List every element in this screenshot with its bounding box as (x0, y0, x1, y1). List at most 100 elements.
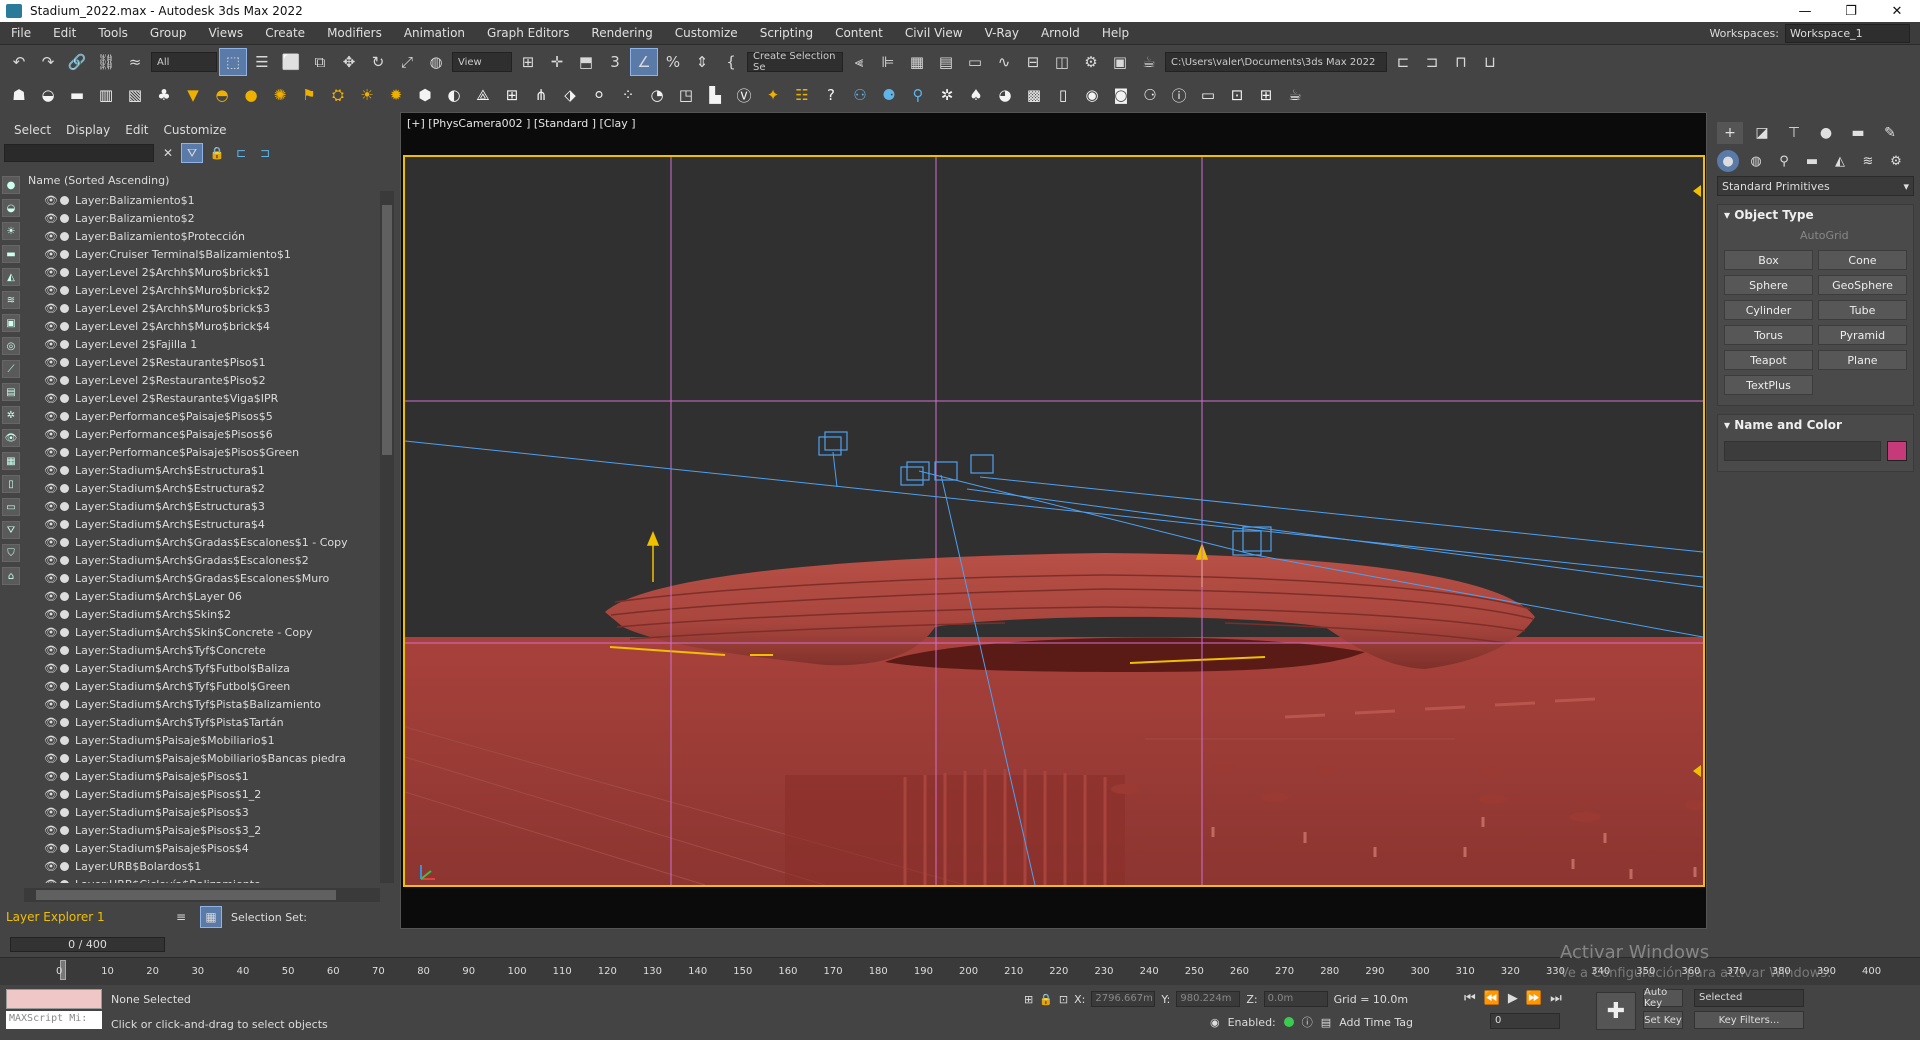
freeze-dot-icon[interactable] (60, 267, 69, 277)
project-create-icon[interactable]: ⊐ (1419, 49, 1445, 75)
visibility-eye-icon[interactable]: 👁 (44, 806, 60, 819)
arnold-camera-icon[interactable]: ◉ (1079, 82, 1105, 108)
frozen-filter-icon[interactable]: ✲ (2, 406, 20, 424)
layer-row[interactable]: 👁 Layer:Stadium$Arch$Tyf$Futbol$Green (24, 677, 379, 695)
filter-icon[interactable]: ⛛ (181, 143, 203, 163)
menu-arnold[interactable]: Arnold (1030, 26, 1091, 40)
percent-snap-icon[interactable]: % (660, 49, 686, 75)
visibility-eye-icon[interactable]: 👁 (44, 824, 60, 837)
menu-edit[interactable]: Edit (42, 26, 87, 40)
cone-button[interactable]: Cone (1818, 250, 1907, 270)
freeze-dot-icon[interactable] (60, 213, 69, 223)
freeze-dot-icon[interactable] (60, 303, 69, 313)
arnold-shader-icon[interactable]: ◕ (992, 82, 1018, 108)
visibility-eye-icon[interactable]: 👁 (44, 410, 60, 423)
vray-scene-icon[interactable]: ▧ (122, 82, 148, 108)
textplus-button[interactable]: TextPlus (1724, 375, 1813, 395)
visibility-eye-icon[interactable]: 👁 (44, 752, 60, 765)
vray-logo-icon[interactable]: Ⓥ (731, 82, 757, 108)
freeze-dot-icon[interactable] (60, 753, 69, 763)
set-key-button[interactable]: Set Key (1643, 1011, 1683, 1029)
vray-ies-light-icon[interactable]: ⚑ (296, 82, 322, 108)
freeze-dot-icon[interactable] (60, 285, 69, 295)
layer-row[interactable]: 👁 Layer:Stadium$Arch$Tyf$Concrete (24, 641, 379, 659)
freeze-dot-icon[interactable] (60, 393, 69, 403)
selection-set-icon[interactable]: ▦ (200, 906, 222, 928)
vray-sphere-icon[interactable]: ◐ (441, 82, 467, 108)
freeze-dot-icon[interactable] (60, 807, 69, 817)
arnold-bulb-icon[interactable]: ⚲ (905, 82, 931, 108)
angle-snap-icon[interactable]: ∠ (630, 48, 658, 76)
vray-light-icon[interactable]: ▼ (180, 82, 206, 108)
viewport-label[interactable]: [+] [PhysCamera002 ] [Standard ] [Clay ] (407, 117, 636, 130)
window-crossing-icon[interactable]: ⧉ (307, 49, 333, 75)
layer-row[interactable]: 👁 Layer:Stadium$Arch$Skin$2 (24, 605, 379, 623)
hidden-filter-icon[interactable]: 👁 (2, 429, 20, 447)
workspace-dropdown[interactable]: Workspace_1 (1785, 24, 1910, 43)
layer-row[interactable]: 👁 Layer:Stadium$Paisaje$Pisos$3_2 (24, 821, 379, 839)
visibility-eye-icon[interactable]: 👁 (44, 284, 60, 297)
time-tag-icon[interactable]: ▤ (1321, 1016, 1331, 1029)
curve-editor-icon[interactable]: ∿ (991, 49, 1017, 75)
funnel-filter-icon[interactable]: ⛛ (2, 521, 20, 539)
visibility-eye-icon[interactable]: 👁 (44, 320, 60, 333)
toggle-layer-explorer-icon[interactable]: ▤ (933, 49, 959, 75)
freeze-dot-icon[interactable] (60, 339, 69, 349)
vray-multi-material-icon[interactable]: ⁘ (615, 82, 641, 108)
freeze-dot-icon[interactable] (60, 861, 69, 871)
vray-material-library-icon[interactable]: ◔ (644, 82, 670, 108)
y-coordinate-field[interactable]: 980.224m (1176, 991, 1241, 1007)
search-input[interactable] (4, 144, 154, 162)
arnold-operator-icon[interactable]: ⚆ (1137, 82, 1163, 108)
vray-dome-light-icon[interactable]: ◓ (209, 82, 235, 108)
placement-icon[interactable]: ◍ (423, 49, 449, 75)
select-manipulate-icon[interactable]: ✛ (544, 49, 570, 75)
visibility-eye-icon[interactable]: 👁 (44, 572, 60, 585)
region-select-icon[interactable]: ⬜ (278, 49, 304, 75)
column-header[interactable]: Name (Sorted Ascending) (24, 172, 394, 190)
menu-content[interactable]: Content (824, 26, 894, 40)
menu-modifiers[interactable]: Modifiers (316, 26, 393, 40)
select-object-icon[interactable]: ⬚ (219, 48, 247, 76)
vray-plane-icon[interactable]: ⟁ (470, 82, 496, 108)
vray-proxy-icon[interactable]: ▥ (93, 82, 119, 108)
spinner-snap-icon[interactable]: ⇕ (689, 49, 715, 75)
project-open-icon[interactable]: ⊓ (1448, 49, 1474, 75)
goto-start-icon[interactable]: ⏮ (1464, 991, 1476, 1006)
prev-frame-icon[interactable]: ⏪ (1484, 991, 1500, 1006)
freeze-dot-icon[interactable] (60, 447, 69, 457)
freeze-dot-icon[interactable] (60, 825, 69, 835)
lock-icon[interactable]: 🔒 (208, 144, 226, 162)
arnold-volume-icon[interactable]: ◙ (1108, 82, 1134, 108)
visibility-eye-icon[interactable]: 👁 (44, 230, 60, 243)
layer-row[interactable]: 👁 Layer:Level 2$Restaurante$Piso$1 (24, 353, 379, 371)
time-slider[interactable]: 0 / 400 (10, 937, 165, 952)
layer-row[interactable]: 👁 Layer:Level 2$Archh$Muro$brick$1 (24, 263, 379, 281)
menu-help[interactable]: Help (1091, 26, 1140, 40)
layer-row[interactable]: 👁 Layer:URB$Bolardos$1 (24, 857, 379, 875)
snaps-toggle-icon[interactable]: 3 (602, 49, 628, 75)
unlink-icon[interactable]: ⛓ (93, 49, 119, 75)
key-filters-button[interactable]: Key Filters... (1694, 1011, 1804, 1029)
menu-rendering[interactable]: Rendering (580, 26, 663, 40)
maxscript-listener[interactable] (6, 989, 102, 1009)
redo-icon[interactable]: ↷ (35, 49, 61, 75)
visibility-eye-icon[interactable]: 👁 (44, 734, 60, 747)
category-dropdown[interactable]: Standard Primitives ▾ (1717, 176, 1914, 196)
mirror-icon[interactable]: ⫷ (846, 49, 872, 75)
torus-button[interactable]: Torus (1724, 325, 1813, 345)
vray-mesh-light-icon[interactable]: ✺ (267, 82, 293, 108)
object-type-header[interactable]: ▾ Object Type (1718, 205, 1913, 225)
info-icon[interactable]: ⓘ (1302, 1014, 1313, 1030)
visibility-eye-icon[interactable]: 👁 (44, 716, 60, 729)
menu-views[interactable]: Views (197, 26, 254, 40)
freeze-dot-icon[interactable] (60, 591, 69, 601)
render-setup-icon[interactable]: ⚙ (1078, 49, 1104, 75)
lock-selection-icon[interactable]: 🔒 (1039, 993, 1053, 1006)
hierarchy-icon[interactable]: ⊏ (232, 144, 250, 162)
visibility-eye-icon[interactable]: 👁 (44, 356, 60, 369)
visibility-eye-icon[interactable]: 👁 (44, 554, 60, 567)
vray-sun-icon[interactable]: ☀ (354, 82, 380, 108)
layer-row[interactable]: 👁 Layer:Performance$Paisaje$Pisos$6 (24, 425, 379, 443)
vray-sky-icon[interactable]: ✹ (383, 82, 409, 108)
